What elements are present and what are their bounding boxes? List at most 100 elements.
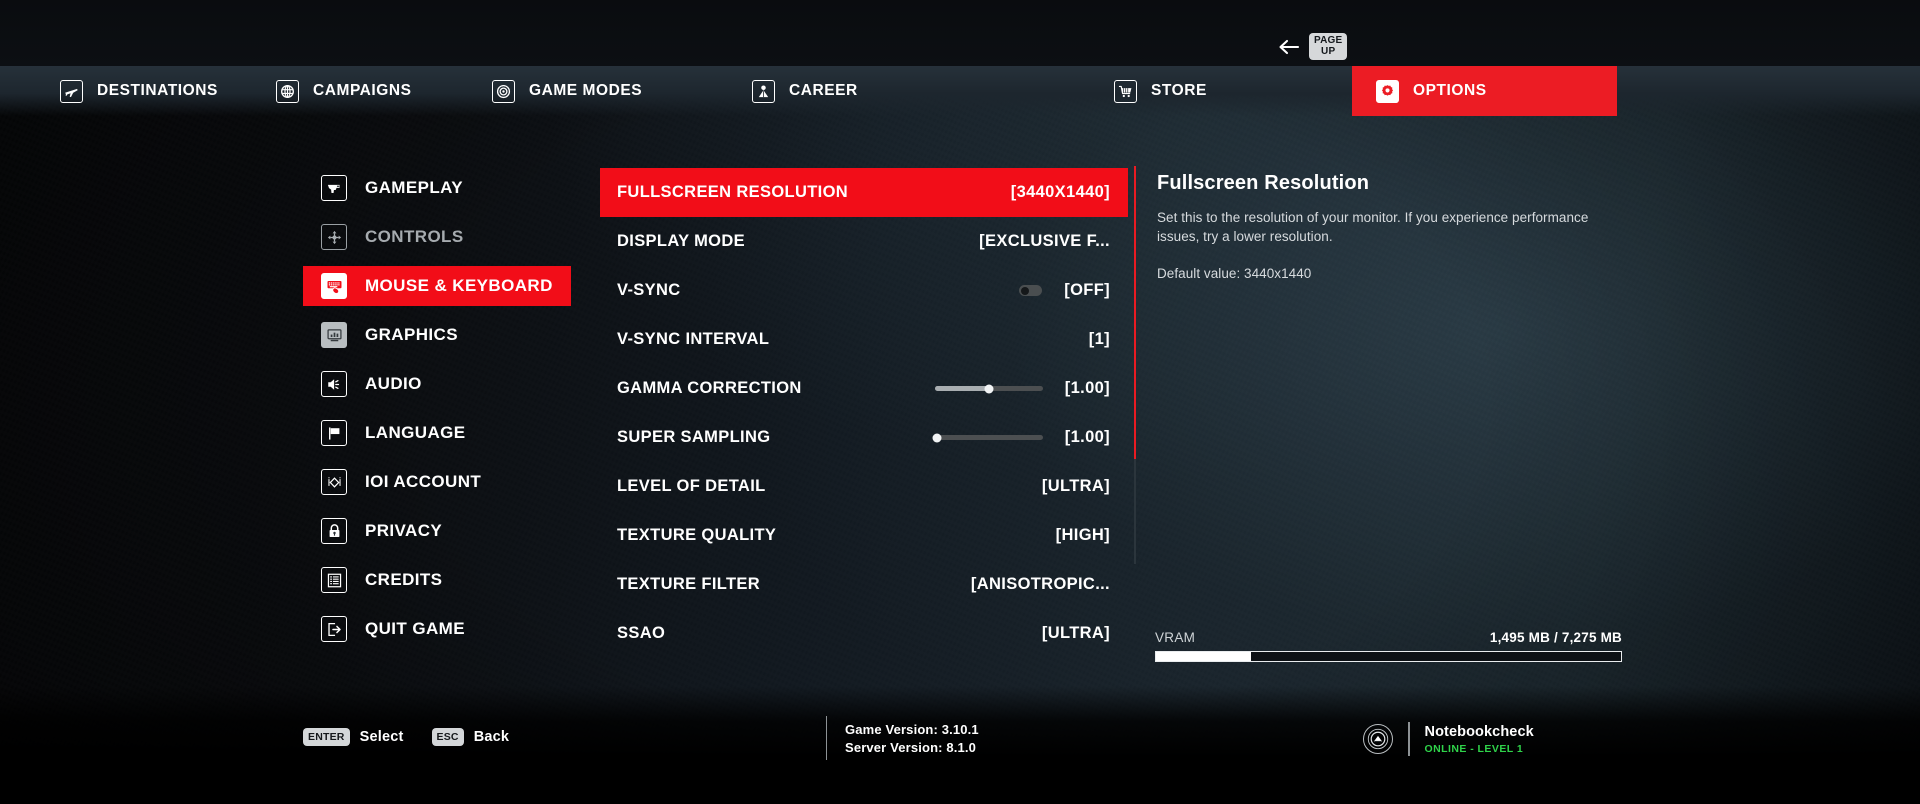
flag-icon bbox=[321, 420, 347, 446]
page-up-hint[interactable]: PAGE UP bbox=[1278, 33, 1348, 60]
nav-item-game-modes[interactable]: GAME MODES bbox=[468, 66, 666, 116]
setting-row-level-of-detail[interactable]: LEVEL OF DETAIL [ULTRA] bbox=[600, 462, 1128, 511]
sidebar-label-audio: AUDIO bbox=[365, 374, 422, 393]
globe-icon bbox=[276, 79, 299, 103]
sidebar-item-quit-game[interactable]: QUIT GAME bbox=[303, 609, 571, 649]
setting-label-gamma-correction: GAMMA CORRECTION bbox=[617, 379, 802, 397]
setting-label-v-sync-interval: V-SYNC INTERVAL bbox=[617, 330, 770, 348]
vram-label: VRAM bbox=[1155, 630, 1196, 645]
list-document-icon bbox=[321, 567, 347, 593]
sidebar-label-gameplay: GAMEPLAY bbox=[365, 178, 463, 197]
sidebar-label-credits: CREDITS bbox=[365, 570, 443, 589]
server-version: Server Version: 8.1.0 bbox=[845, 739, 977, 755]
nav-item-campaigns[interactable]: CAMPAIGNS bbox=[252, 66, 436, 116]
setting-description-panel: Fullscreen Resolution Set this to the re… bbox=[1157, 172, 1627, 281]
dpad-arrows-icon bbox=[321, 224, 347, 250]
key-hints: ENTER Select ESC Back bbox=[303, 728, 509, 746]
gear-icon bbox=[1376, 79, 1399, 103]
sidebar-item-controls[interactable]: CONTROLS bbox=[303, 217, 571, 257]
scroll-thumb[interactable] bbox=[1134, 166, 1136, 459]
sidebar-label-privacy: PRIVACY bbox=[365, 521, 443, 540]
setting-row-v-sync-interval[interactable]: V-SYNC INTERVAL [1] bbox=[600, 315, 1128, 364]
nav-item-career[interactable]: CAREER bbox=[728, 66, 882, 116]
setting-value-gamma-correction: [1.00] bbox=[1064, 379, 1110, 397]
page-up-keycap: PAGE UP bbox=[1309, 33, 1348, 60]
nav-item-store[interactable]: STORE bbox=[1090, 66, 1231, 116]
gamma-correction-slider[interactable] bbox=[934, 384, 1043, 393]
main-navigation-bar: DESTINATIONS CAMPAIGNS GAME MODES CAREER… bbox=[0, 66, 1920, 116]
nav-label-destinations: DESTINATIONS bbox=[97, 82, 218, 99]
game-options-screen: PAGE UP DESTINATIONS CAMPAIGNS GAME MODE… bbox=[0, 0, 1920, 804]
setting-label-ssao: SSAO bbox=[617, 624, 666, 642]
sidebar-label-language: LANGUAGE bbox=[365, 423, 466, 442]
page-up-key-line1: PAGE bbox=[1314, 35, 1343, 46]
setting-row-super-sampling[interactable]: SUPER SAMPLING [1.00] bbox=[600, 413, 1128, 462]
hint-select[interactable]: ENTER Select bbox=[303, 728, 404, 746]
vram-meter: VRAM 1,495 MB / 7,275 MB bbox=[1155, 630, 1622, 662]
sidebar-item-audio[interactable]: AUDIO bbox=[303, 364, 571, 404]
vram-progress-bar bbox=[1155, 651, 1622, 662]
vram-value: 1,495 MB / 7,275 MB bbox=[1489, 630, 1622, 645]
setting-row-fullscreen-resolution[interactable]: FULLSCREEN RESOLUTION [3440X1440] bbox=[600, 168, 1128, 217]
setting-row-gamma-correction[interactable]: GAMMA CORRECTION [1.00] bbox=[600, 364, 1128, 413]
sidebar-item-ioi-account[interactable]: IOI ACCOUNT bbox=[303, 462, 571, 502]
enter-keycap: ENTER bbox=[303, 728, 350, 746]
setting-row-display-mode[interactable]: DISPLAY MODE [EXCLUSIVE F... bbox=[600, 217, 1128, 266]
setting-row-ssao[interactable]: SSAO [ULTRA] bbox=[600, 609, 1128, 658]
setting-value-ssao: [ULTRA] bbox=[1041, 624, 1110, 642]
setting-label-super-sampling: SUPER SAMPLING bbox=[617, 428, 771, 446]
sidebar-label-graphics: GRAPHICS bbox=[365, 325, 458, 344]
slider-knob[interactable] bbox=[984, 384, 994, 393]
setting-value-display-mode: [EXCLUSIVE F... bbox=[979, 232, 1110, 250]
setting-value-texture-filter: [ANISOTROPIC... bbox=[970, 575, 1110, 593]
setting-row-texture-filter[interactable]: TEXTURE FILTER [ANISOTROPIC... bbox=[600, 560, 1128, 609]
setting-label-texture-filter: TEXTURE FILTER bbox=[617, 575, 761, 593]
sidebar-item-credits[interactable]: CREDITS bbox=[303, 560, 571, 600]
setting-value-level-of-detail: [ULTRA] bbox=[1041, 477, 1110, 495]
setting-label-v-sync: V-SYNC bbox=[617, 281, 681, 299]
page-up-key-line2: UP bbox=[1321, 45, 1336, 57]
setting-row-texture-quality[interactable]: TEXTURE QUALITY [HIGH] bbox=[600, 511, 1128, 560]
game-version: Game Version: 3.10.1 bbox=[845, 721, 979, 737]
nav-label-game-modes: GAME MODES bbox=[529, 82, 643, 99]
user-profile[interactable]: Notebookcheck ONLINE - LEVEL 1 bbox=[1363, 722, 1534, 756]
setting-label-texture-quality: TEXTURE QUALITY bbox=[617, 526, 777, 544]
nav-item-destinations[interactable]: DESTINATIONS bbox=[36, 66, 242, 116]
setting-value-v-sync-interval: [1] bbox=[1088, 330, 1110, 348]
sidebar-label-controls: CONTROLS bbox=[365, 227, 464, 246]
airplane-icon bbox=[60, 79, 83, 103]
sidebar-item-gameplay[interactable]: GAMEPLAY bbox=[303, 168, 571, 208]
v-sync-toggle[interactable] bbox=[1019, 285, 1043, 296]
profile-status: ONLINE - LEVEL 1 bbox=[1424, 742, 1524, 755]
setting-row-v-sync[interactable]: V-SYNC [OFF] bbox=[600, 266, 1128, 315]
top-strip bbox=[0, 0, 1920, 66]
arrow-left-icon bbox=[1279, 39, 1300, 54]
setting-value-super-sampling: [1.00] bbox=[1064, 428, 1110, 446]
monitor-chart-icon bbox=[321, 322, 347, 348]
hint-label-select: Select bbox=[359, 729, 404, 745]
super-sampling-slider[interactable] bbox=[932, 433, 1043, 442]
sidebar-item-language[interactable]: LANGUAGE bbox=[303, 413, 571, 453]
setting-label-display-mode: DISPLAY MODE bbox=[617, 232, 745, 250]
hint-back[interactable]: ESC Back bbox=[431, 728, 510, 746]
pistol-icon bbox=[321, 175, 347, 201]
sidebar-label-quit-game: QUIT GAME bbox=[365, 619, 465, 638]
setting-label-fullscreen-resolution: FULLSCREEN RESOLUTION bbox=[617, 183, 849, 201]
options-category-menu: GAMEPLAY CONTROLS MOUSE & KEYBOARD GRAPH… bbox=[303, 168, 571, 658]
nav-label-career: CAREER bbox=[789, 82, 858, 99]
toggle-knob bbox=[1020, 286, 1029, 295]
slider-knob[interactable] bbox=[932, 433, 942, 442]
settings-scroll-indicator[interactable] bbox=[1134, 166, 1136, 564]
lock-icon bbox=[321, 518, 347, 544]
nav-item-options[interactable]: OPTIONS bbox=[1352, 66, 1617, 116]
description-title: Fullscreen Resolution bbox=[1157, 172, 1370, 194]
vram-progress-fill bbox=[1156, 652, 1252, 661]
profile-divider bbox=[1408, 722, 1410, 756]
sidebar-item-privacy[interactable]: PRIVACY bbox=[303, 511, 571, 551]
sidebar-label-ioi-account: IOI ACCOUNT bbox=[365, 472, 482, 491]
setting-value-fullscreen-resolution: [3440X1440] bbox=[1010, 183, 1110, 201]
sidebar-item-graphics[interactable]: GRAPHICS bbox=[303, 315, 571, 355]
sidebar-item-mouse-keyboard[interactable]: MOUSE & KEYBOARD bbox=[303, 266, 571, 306]
keyboard-mouse-icon bbox=[321, 273, 347, 299]
nav-label-campaigns: CAMPAIGNS bbox=[313, 82, 412, 99]
